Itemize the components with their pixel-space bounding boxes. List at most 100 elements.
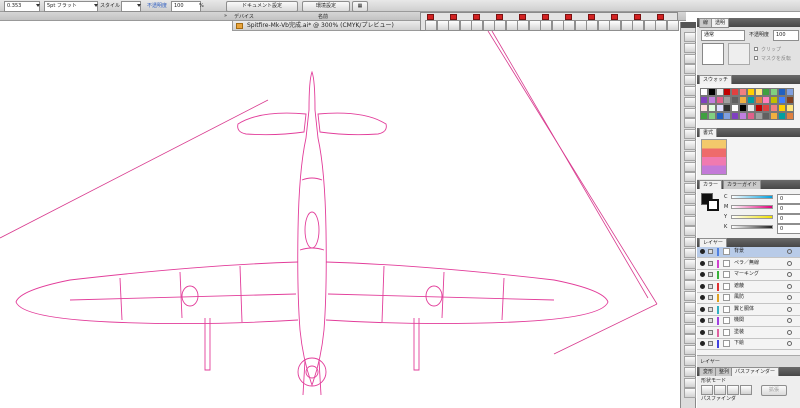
swatch[interactable]: [770, 112, 779, 120]
style-dropdown-icon[interactable]: [137, 4, 141, 7]
swatch[interactable]: [731, 112, 740, 120]
tool-strip-icon[interactable]: [655, 20, 667, 31]
artwork-canvas[interactable]: [0, 31, 680, 408]
tool-strip-close-icon[interactable]: [542, 14, 549, 20]
swatch[interactable]: [746, 88, 755, 96]
swatch[interactable]: [707, 104, 716, 112]
lock-toggle-icon[interactable]: [708, 260, 713, 266]
tab-transparency[interactable]: 透明: [711, 18, 730, 28]
transparency-opacity-field[interactable]: 100: [773, 30, 799, 41]
tool-strip-icon[interactable]: [563, 20, 575, 31]
tool-strip-icon[interactable]: [482, 20, 495, 31]
tool-strip-close-icon[interactable]: [634, 14, 641, 20]
swatch[interactable]: [754, 88, 763, 96]
tool-icon[interactable]: [684, 32, 696, 42]
panel-collapse-icon[interactable]: »: [224, 13, 227, 19]
tool-strip-icon[interactable]: [436, 20, 449, 31]
swatch[interactable]: [715, 88, 724, 96]
tool-icon[interactable]: [684, 291, 696, 302]
stroke-weight-field[interactable]: 0.353: [4, 1, 40, 12]
tool-icon[interactable]: [684, 194, 696, 204]
tool-icon[interactable]: [684, 388, 696, 399]
layer-target-icon[interactable]: [787, 283, 792, 289]
tool-strip-icon[interactable]: [471, 20, 483, 31]
swatch[interactable]: [746, 112, 755, 120]
swatch[interactable]: [746, 104, 755, 112]
lock-toggle-icon[interactable]: [708, 341, 713, 346]
brush-swatch-column[interactable]: [701, 139, 727, 175]
swatch[interactable]: [785, 104, 794, 112]
color-channel-value[interactable]: 0: [777, 194, 800, 204]
swatch[interactable]: [731, 88, 740, 96]
swatch[interactable]: [700, 96, 708, 104]
color-channel-value[interactable]: 0: [777, 204, 800, 214]
tool-strip-icon[interactable]: [643, 20, 656, 31]
tools-panel-titlebar[interactable]: [681, 22, 696, 28]
tool-icon[interactable]: [684, 302, 696, 312]
visibility-eye-icon[interactable]: [700, 260, 705, 266]
tool-strip-close-icon[interactable]: [588, 14, 595, 20]
swatch[interactable]: [770, 88, 779, 96]
visibility-eye-icon[interactable]: [700, 295, 705, 300]
tool-icon[interactable]: [684, 312, 696, 323]
tool-strip-icon[interactable]: [586, 20, 598, 31]
tool-icon[interactable]: [684, 161, 696, 172]
visibility-eye-icon[interactable]: [700, 329, 705, 335]
color-channel-slider[interactable]: [731, 215, 773, 219]
tool-icon[interactable]: [684, 334, 696, 345]
expand-button[interactable]: 拡張: [761, 385, 787, 396]
layer-row[interactable]: ペラ／無線: [697, 258, 800, 270]
tool-strip-close-icon[interactable]: [611, 14, 618, 20]
tool-icon[interactable]: [684, 150, 696, 161]
color-channel-value[interactable]: 0: [777, 224, 800, 234]
layer-row[interactable]: 風防: [697, 293, 800, 304]
swatch[interactable]: [778, 104, 786, 112]
stroke-profile-dropdown-icon[interactable]: [94, 4, 98, 7]
tool-strip-close-icon[interactable]: [565, 14, 572, 20]
tool-strip-icon[interactable]: [620, 20, 633, 31]
mask-thumbnail[interactable]: [728, 43, 750, 65]
tool-icon[interactable]: [684, 107, 696, 118]
lock-toggle-icon[interactable]: [708, 283, 713, 289]
tool-strip-icon[interactable]: [609, 20, 621, 31]
exclude-button[interactable]: [740, 385, 752, 395]
swatch[interactable]: [707, 88, 716, 96]
opacity-label[interactable]: 不透明度: [147, 2, 167, 10]
tool-strip-icon[interactable]: [574, 20, 587, 31]
swatch[interactable]: [715, 96, 724, 104]
panel-header-color[interactable]: カラー カラーガイド: [697, 180, 800, 190]
swatch[interactable]: [778, 96, 786, 104]
transparency-thumbnail[interactable]: [702, 43, 724, 65]
swatch[interactable]: [700, 104, 708, 112]
tool-icon[interactable]: [684, 129, 696, 140]
color-channel-slider[interactable]: [731, 225, 773, 229]
tool-strip-icon[interactable]: [666, 20, 679, 31]
lock-toggle-icon[interactable]: [708, 329, 713, 335]
tool-strip-icon[interactable]: [505, 20, 518, 31]
tool-icon[interactable]: [684, 258, 696, 269]
tool-icon[interactable]: [684, 377, 696, 388]
swatch[interactable]: [731, 104, 740, 112]
tool-icon[interactable]: [684, 118, 696, 129]
tool-icon[interactable]: [684, 237, 696, 248]
stroke-weight-dropdown-icon[interactable]: [36, 4, 40, 7]
layer-target-icon[interactable]: [787, 329, 792, 335]
tool-strip-close-icon[interactable]: [450, 14, 457, 20]
tool-strip-icon[interactable]: [494, 20, 506, 31]
tool-strip-icon[interactable]: [597, 20, 610, 31]
tool-icon[interactable]: [684, 172, 696, 183]
visibility-eye-icon[interactable]: [700, 249, 705, 254]
layer-target-icon[interactable]: [787, 341, 792, 346]
color-channel-value[interactable]: 0: [777, 214, 800, 224]
minus-front-button[interactable]: [714, 385, 726, 395]
visibility-eye-icon[interactable]: [700, 283, 705, 289]
tool-icon[interactable]: [684, 64, 696, 75]
swatch[interactable]: [754, 104, 763, 112]
tool-icon[interactable]: [684, 345, 696, 356]
tool-icon[interactable]: [684, 75, 696, 86]
panel-header-transparency[interactable]: 線 透明: [697, 18, 800, 28]
tool-strip-icon[interactable]: [517, 20, 529, 31]
layer-target-icon[interactable]: [787, 249, 792, 254]
clip-checkbox[interactable]: [754, 47, 758, 51]
invert-mask-checkbox[interactable]: [754, 56, 758, 60]
